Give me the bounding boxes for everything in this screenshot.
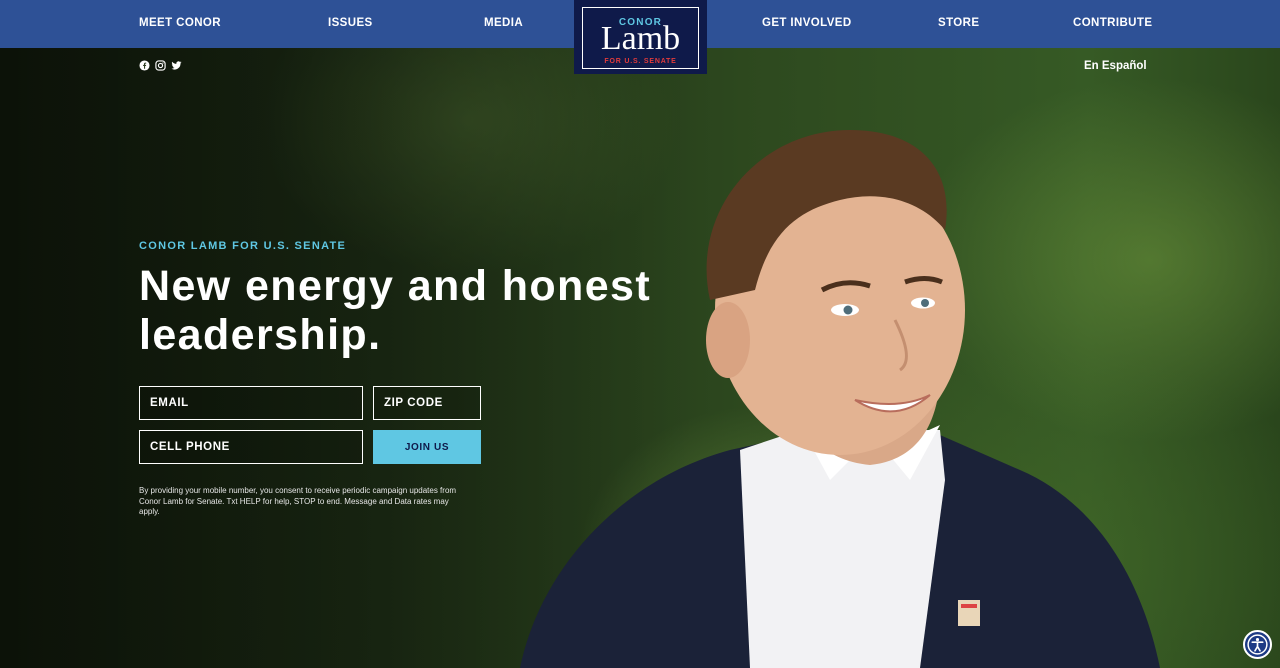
sms-disclaimer: By providing your mobile number, you con… [139,486,457,516]
social-links [139,60,182,71]
logo-name: Lamb [600,20,681,57]
instagram-icon[interactable] [155,60,166,71]
cell-phone-field[interactable] [139,430,363,464]
nav-store[interactable]: STORE [938,17,979,29]
nav-media[interactable]: MEDIA [484,17,523,29]
twitter-icon[interactable] [171,60,182,71]
logo-subtitle: FOR U.S. SENATE [604,58,677,65]
join-us-button[interactable]: JOIN US [373,430,481,464]
hero-headline: New energy and honest leadership. [139,262,652,359]
nav-get-involved[interactable]: GET INVOLVED [762,17,852,29]
spanish-language-link[interactable]: En Español [1084,60,1147,72]
nav-issues[interactable]: ISSUES [328,17,373,29]
nav-contribute[interactable]: CONTRIBUTE [1073,17,1152,29]
facebook-icon[interactable] [139,60,150,71]
hero-eyebrow: CONOR LAMB FOR U.S. SENATE [139,240,347,252]
email-field[interactable] [139,386,363,420]
accessibility-icon[interactable] [1243,630,1272,659]
logo-frame: CONOR Lamb FOR U.S. SENATE [582,7,699,69]
candidate-photo [520,130,1160,668]
nav-meet-conor[interactable]: MEET CONOR [139,17,221,29]
zip-code-field[interactable] [373,386,481,420]
site-logo[interactable]: CONOR Lamb FOR U.S. SENATE [574,0,707,74]
